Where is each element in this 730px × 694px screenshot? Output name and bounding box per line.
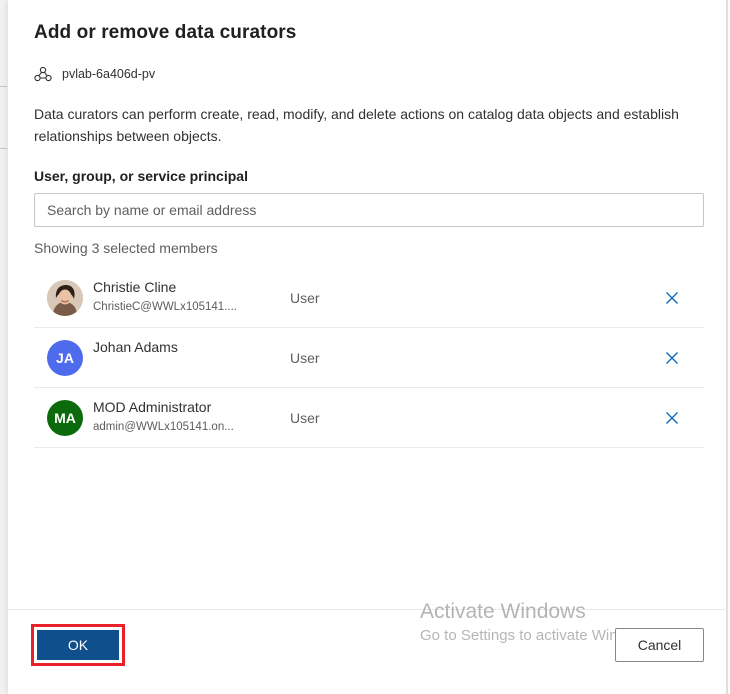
avatar: JA [47, 340, 83, 376]
avatar: MA [47, 400, 83, 436]
member-email: ChristieC@WWLx105141.... [93, 301, 237, 313]
collection-name: pvlab-6a406d-pv [62, 67, 156, 81]
avatar-initials: MA [54, 410, 76, 426]
member-type: User [290, 410, 320, 426]
member-name: Johan Adams [93, 339, 178, 355]
avatar-initials: JA [56, 350, 74, 366]
dialog-description: Data curators can perform create, read, … [34, 106, 679, 144]
member-type: User [290, 350, 320, 366]
avatar [47, 280, 83, 316]
remove-member-button[interactable] [662, 348, 682, 368]
remove-member-button[interactable] [662, 288, 682, 308]
close-icon [666, 412, 678, 424]
panel-edge [726, 0, 728, 694]
members-summary: Showing 3 selected members [34, 240, 218, 256]
member-name: Christie Cline [93, 279, 177, 295]
remove-member-button[interactable] [662, 408, 682, 428]
background-divider [0, 148, 7, 149]
member-email: admin@WWLx105141.on... [93, 421, 234, 433]
person-photo-icon [47, 280, 83, 316]
ok-button[interactable]: OK [37, 630, 119, 660]
background-divider [0, 86, 7, 87]
curators-dialog: Add or remove data curators pvlab-6a406d… [8, 0, 728, 694]
close-icon [666, 292, 678, 304]
member-name: MOD Administrator [93, 399, 212, 415]
member-row: MA MOD Administrator admin@WWLx105141.on… [34, 388, 704, 448]
activate-windows-title: Activate Windows [420, 600, 586, 623]
search-label: User, group, or service principal [34, 168, 248, 184]
cancel-button[interactable]: Cancel [615, 628, 704, 662]
collection-icon [34, 66, 52, 82]
search-input[interactable] [35, 194, 703, 226]
footer-divider [8, 609, 728, 610]
dialog-title: Add or remove data curators [34, 22, 297, 43]
close-icon [666, 352, 678, 364]
collection-info: pvlab-6a406d-pv [34, 66, 155, 82]
search-field[interactable] [34, 193, 704, 227]
member-row: JA Johan Adams User [34, 328, 704, 388]
member-row: Christie Cline ChristieC@WWLx105141.... … [34, 268, 704, 328]
members-list: Christie Cline ChristieC@WWLx105141.... … [34, 268, 704, 448]
member-type: User [290, 290, 320, 306]
